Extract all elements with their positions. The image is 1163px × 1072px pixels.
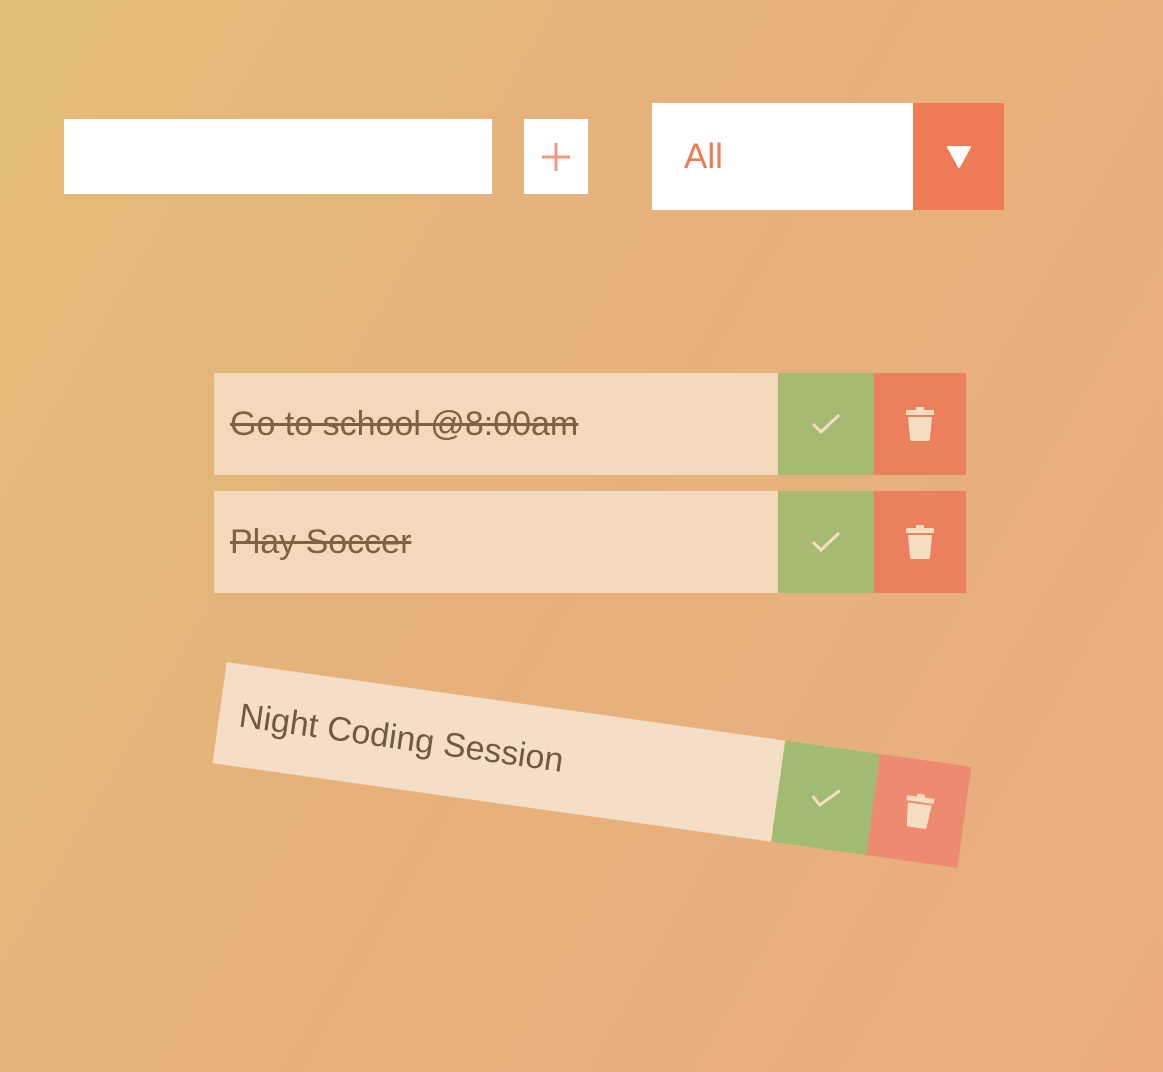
todo-label: Night Coding Session [236,696,566,780]
todo-label: Go to school @8:00am [230,404,579,443]
check-icon [811,531,841,553]
filter-dropdown-toggle[interactable] [913,103,1004,210]
trash-icon [906,525,934,559]
todo-text: Play Soccer [214,491,778,593]
caret-down-icon [946,145,971,168]
todo-label: Play Soccer [230,522,412,561]
filter-selected-value: All [684,137,723,176]
delete-button[interactable] [874,373,966,475]
check-icon [811,789,841,808]
todo-item: Go to school @8:00am [214,373,966,475]
todo-item-dragging[interactable]: Night Coding Session [212,662,972,868]
trash-icon [906,793,935,829]
filter-select[interactable]: All [652,103,1004,210]
trash-icon [906,407,934,441]
delete-button[interactable] [866,754,972,868]
delete-button[interactable] [874,491,966,593]
add-todo-button[interactable] [524,119,588,194]
complete-button[interactable] [771,740,881,856]
complete-button[interactable] [778,373,874,475]
complete-button[interactable] [778,491,874,593]
todo-item: Play Soccer [214,491,966,593]
check-icon [811,413,841,435]
plus-icon [542,142,570,171]
todo-text: Go to school @8:00am [214,373,778,475]
todo-input[interactable] [64,119,492,194]
todo-text: Night Coding Session [212,662,786,842]
